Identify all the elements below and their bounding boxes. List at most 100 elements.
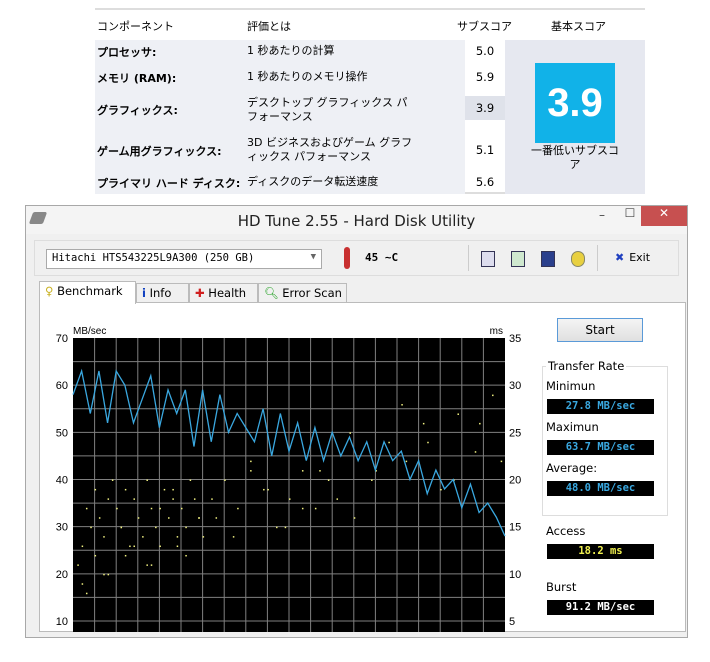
copy-text-icon[interactable] (481, 251, 495, 267)
component-name: ゲーム用グラフィックス: (97, 145, 222, 158)
y-tick-right: 20 (509, 475, 521, 487)
access-point (176, 545, 179, 548)
toolbar: Hitachi HTS543225L9A300 (250 GB) ▼ 45 ~C … (34, 240, 679, 276)
access-point (440, 488, 442, 491)
drive-select-value: Hitachi HTS543225L9A300 (250 GB) (52, 252, 255, 264)
base-score-caption: 一番低いサブスコア (531, 144, 619, 171)
y-tick-left: 70 (56, 333, 68, 345)
bulb-icon: ♀ (45, 284, 54, 298)
component-desc: 1 秒あたりのメモリ操作 (247, 70, 368, 83)
access-point (94, 488, 97, 491)
access-point (336, 498, 339, 500)
subscore: 5.9 (465, 70, 505, 84)
y-axis-label-left: MB/sec (73, 326, 106, 337)
access-point (124, 554, 127, 557)
save-disk-icon[interactable] (541, 251, 555, 267)
access-point (146, 564, 148, 566)
windows-experience-index-table: コンポーネント 評価とは サブスコア 基本スコア プロセッサ: 1 秒あたりの計算… (95, 8, 645, 194)
access-point (500, 460, 503, 463)
access-point (319, 470, 321, 472)
access-point (479, 422, 481, 425)
score-row: ゲーム用グラフィックス: 3D ビジネスおよびゲーム グラフィックス パフォーマン… (95, 136, 494, 168)
component-desc: 1 秒あたりの計算 (247, 44, 335, 57)
exit-label: Exit (629, 251, 651, 264)
maximize-button[interactable]: ☐ (616, 206, 644, 226)
subscore: 5.0 (465, 44, 505, 58)
toolbar-separator (597, 245, 598, 271)
access-point (267, 488, 269, 491)
copy-screenshot-icon[interactable] (511, 251, 525, 267)
component-desc: ディスクのデータ転送速度 (247, 175, 379, 188)
component-name: プロセッサ: (97, 46, 157, 59)
header-basescore: 基本スコア (551, 20, 606, 33)
access-point (81, 583, 84, 585)
burst-value: 91.2 MB/sec (547, 600, 654, 615)
access-point (85, 507, 88, 510)
access-point (85, 592, 88, 595)
chevron-down-icon: ▼ (310, 252, 316, 262)
y-tick-right: 5 (509, 616, 515, 628)
tab-health[interactable]: ✚ Health (189, 283, 258, 303)
access-point (224, 479, 226, 481)
component-name: プライマリ ハード ディスク: (97, 177, 241, 190)
access-point (232, 536, 235, 538)
y-tick-left: 10 (56, 616, 68, 628)
access-point (103, 536, 105, 538)
title-bar[interactable]: HD Tune 2.55 - Hard Disk Utility – ☐ ✕ (26, 206, 687, 234)
tab-label: Error Scan (282, 286, 342, 300)
options-gear-icon[interactable] (571, 251, 585, 267)
tab-info[interactable]: i Info (136, 283, 189, 303)
access-point (168, 517, 170, 519)
minimize-button[interactable]: – (588, 208, 616, 228)
access-point (124, 488, 127, 491)
access-point (314, 507, 317, 510)
access-point (150, 564, 153, 566)
access-point (353, 517, 356, 519)
access-point (250, 470, 252, 472)
access-point (150, 507, 153, 510)
header-subscore: サブスコア (457, 20, 512, 33)
toolbar-separator (468, 245, 469, 271)
exit-button[interactable]: ✖ Exit (615, 251, 650, 264)
access-point (349, 432, 351, 434)
benchmark-chart: 70 60 50 40 30 20 10 35 30 25 20 15 10 5 MB/sec ms (56, 326, 521, 632)
y-tick-right: 15 (509, 522, 521, 534)
tab-benchmark[interactable]: ♀ Benchmark (39, 281, 136, 304)
access-point (388, 441, 390, 444)
y-tick-right: 30 (509, 380, 521, 392)
maximum-label: Maximun (546, 420, 599, 434)
access-point (137, 517, 140, 519)
component-desc: 3D ビジネスおよびゲーム グラフィックス パフォーマンス (247, 136, 413, 163)
transfer-rate-heading: Transfer Rate (546, 359, 627, 373)
access-point (155, 526, 157, 529)
access-point (301, 507, 304, 510)
component-desc: デスクトップ グラフィックス パフォーマンス (247, 96, 408, 123)
access-point (457, 413, 459, 415)
access-point (202, 536, 205, 538)
access-point (185, 526, 187, 529)
access-point (172, 488, 174, 491)
access-point (107, 573, 110, 576)
access-point (405, 460, 408, 463)
access-point (371, 479, 373, 481)
y-tick-right: 25 (509, 427, 521, 439)
average-value: 48.0 MB/sec (547, 481, 654, 496)
burst-label: Burst (546, 580, 577, 594)
access-point (189, 479, 192, 481)
start-button[interactable]: Start (557, 318, 643, 342)
access-point (327, 479, 330, 481)
access-point (159, 507, 161, 510)
header-rating: 評価とは (247, 20, 291, 33)
access-point (198, 517, 200, 519)
drive-select[interactable]: Hitachi HTS543225L9A300 (250 GB) ▼ (46, 249, 322, 269)
minimum-value: 27.8 MB/sec (547, 399, 654, 414)
access-point (263, 488, 265, 491)
access-point (237, 507, 239, 510)
average-label: Average: (546, 461, 598, 475)
y-tick-right: 35 (509, 333, 521, 345)
y-tick-left: 60 (56, 380, 68, 392)
close-button[interactable]: ✕ (641, 206, 687, 226)
tab-error-scan[interactable]: 🔍︎ Error Scan (258, 283, 347, 303)
access-label: Access (546, 524, 586, 538)
access-point (215, 517, 218, 519)
